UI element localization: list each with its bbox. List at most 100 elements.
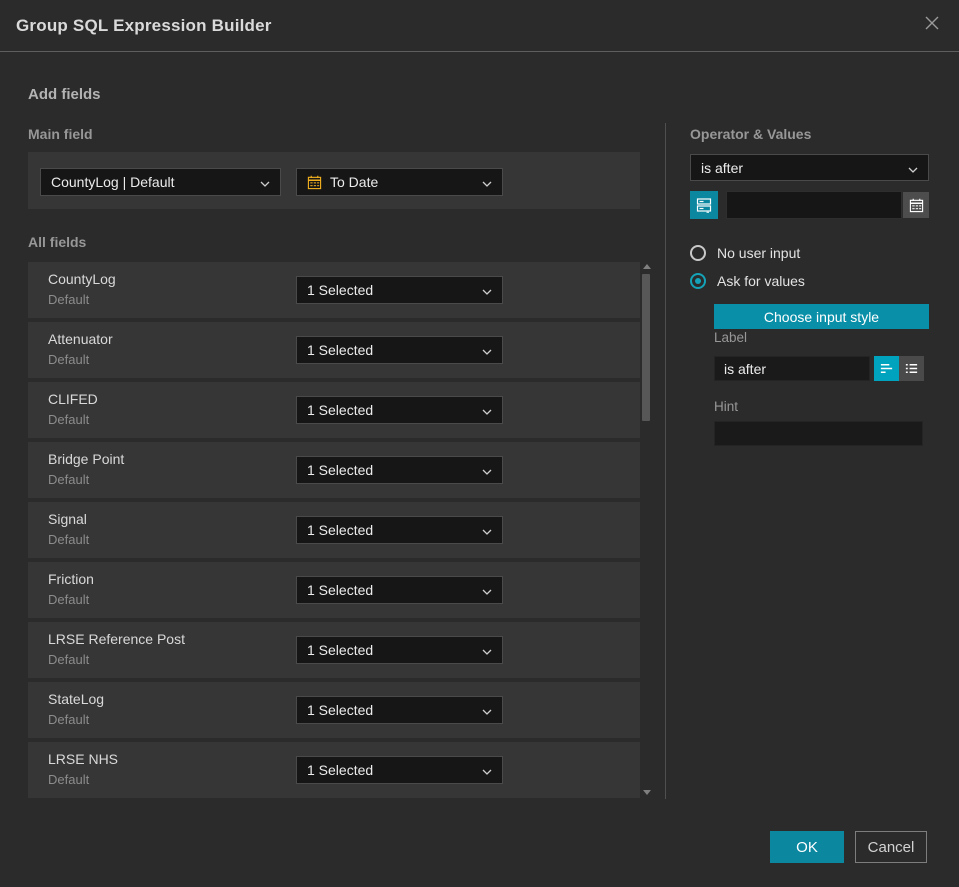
field-name: StateLog: [48, 691, 105, 707]
value-input[interactable]: [726, 191, 902, 219]
field-row: StateLog Default 1 Selected: [28, 682, 640, 738]
field-subtitle: Default: [48, 772, 90, 787]
main-field-heading: Main field: [28, 126, 93, 142]
field-selected-select[interactable]: 1 Selected: [296, 276, 503, 304]
chevron-down-icon: [482, 702, 492, 718]
field-subtitle: Default: [48, 412, 90, 427]
main-field-select-value: CountyLog | Default: [51, 174, 175, 190]
align-left-icon: [879, 361, 894, 376]
cancel-button[interactable]: Cancel: [855, 831, 927, 863]
field-selected-select[interactable]: 1 Selected: [296, 336, 503, 364]
chevron-down-icon: [260, 174, 270, 190]
operator-select[interactable]: is after: [690, 154, 929, 181]
field-subtitle: Default: [48, 652, 90, 667]
main-field-select[interactable]: CountyLog | Default: [40, 168, 281, 196]
field-subtitle: Default: [48, 712, 90, 727]
chevron-down-icon: [482, 402, 492, 418]
field-name: Friction: [48, 571, 94, 587]
radio-no-user-input-label: No user input: [717, 245, 801, 261]
field-subtitle: Default: [48, 532, 90, 547]
field-subtitle: Default: [48, 472, 90, 487]
radio-ask-for-values-label: Ask for values: [717, 273, 805, 289]
field-name: LRSE NHS: [48, 751, 119, 767]
field-subtitle: Default: [48, 352, 90, 367]
field-selected-label: 1 Selected: [307, 282, 374, 298]
field-selected-label: 1 Selected: [307, 342, 374, 358]
radio-circle-icon: [690, 245, 706, 261]
field-row: CLIFED Default 1 Selected: [28, 382, 640, 438]
field-row: LRSE Reference Post Default 1 Selected: [28, 622, 640, 678]
field-selected-select[interactable]: 1 Selected: [296, 456, 503, 484]
list-scrollbar[interactable]: [642, 262, 651, 798]
field-row: Signal Default 1 Selected: [28, 502, 640, 558]
operator-select-value: is after: [701, 159, 744, 176]
group-sql-expression-builder-dialog: Group SQL Expression Builder Add fields …: [0, 0, 959, 887]
scrollbar-thumb[interactable]: [642, 274, 650, 421]
field-name: CountyLog: [48, 271, 116, 287]
field-row: Friction Default 1 Selected: [28, 562, 640, 618]
field-subtitle: Default: [48, 292, 90, 307]
field-selected-label: 1 Selected: [307, 522, 374, 538]
panel-divider: [665, 123, 666, 799]
close-button[interactable]: [921, 15, 943, 37]
chevron-down-icon: [482, 174, 492, 190]
field-selected-select[interactable]: 1 Selected: [296, 636, 503, 664]
date-picker-button[interactable]: [903, 192, 929, 218]
close-icon: [923, 14, 941, 37]
add-fields-heading: Add fields: [28, 86, 101, 103]
main-field-date-select[interactable]: To Date: [296, 168, 503, 196]
field-selected-label: 1 Selected: [307, 462, 374, 478]
chevron-down-icon: [482, 282, 492, 298]
field-selected-label: 1 Selected: [307, 762, 374, 778]
field-name: Attenuator: [48, 331, 113, 347]
field-selected-select[interactable]: 1 Selected: [296, 576, 503, 604]
radio-no-user-input[interactable]: No user input: [690, 245, 800, 261]
field-selected-label: 1 Selected: [307, 702, 374, 718]
chevron-down-icon: [482, 342, 492, 358]
chevron-down-icon: [482, 642, 492, 658]
field-selected-label: 1 Selected: [307, 582, 374, 598]
field-selected-select[interactable]: 1 Selected: [296, 516, 503, 544]
field-selected-label: 1 Selected: [307, 642, 374, 658]
chevron-down-icon: [908, 160, 918, 176]
hint-input[interactable]: [714, 421, 923, 446]
label-heading: Label: [714, 330, 748, 345]
dialog-title: Group SQL Expression Builder: [16, 15, 272, 35]
main-field-date-select-value: To Date: [330, 174, 379, 190]
all-fields-heading: All fields: [28, 234, 87, 250]
chevron-down-icon: [482, 582, 492, 598]
field-selected-select[interactable]: 1 Selected: [296, 756, 503, 784]
field-row: CountyLog Default 1 Selected: [28, 262, 640, 318]
field-list: CountyLog Default 1 Selected Attenuator …: [28, 262, 640, 802]
chevron-down-icon: [482, 762, 492, 778]
scrollbar-down-arrow-icon[interactable]: [643, 790, 651, 795]
hint-heading: Hint: [714, 399, 739, 414]
field-name: Signal: [48, 511, 87, 527]
chevron-down-icon: [482, 462, 492, 478]
scrollbar-up-arrow-icon[interactable]: [643, 264, 651, 269]
chevron-down-icon: [482, 522, 492, 538]
ok-button[interactable]: OK: [770, 831, 844, 863]
dialog-titlebar: Group SQL Expression Builder: [0, 0, 959, 52]
stacked-values-icon: [696, 197, 712, 213]
calendar-icon: [909, 198, 924, 213]
radio-ask-for-values[interactable]: Ask for values: [690, 273, 805, 289]
calendar-icon: [307, 175, 322, 190]
field-row: LRSE NHS Default 1 Selected: [28, 742, 640, 798]
field-selected-select[interactable]: 1 Selected: [296, 396, 503, 424]
field-selected-label: 1 Selected: [307, 402, 374, 418]
field-name: CLIFED: [48, 391, 98, 407]
field-row: Bridge Point Default 1 Selected: [28, 442, 640, 498]
list-input-style-toggle[interactable]: [899, 356, 924, 381]
text-input-style-toggle[interactable]: [874, 356, 899, 381]
set-value-list-button[interactable]: [690, 191, 718, 219]
radio-circle-checked-icon: [690, 273, 706, 289]
field-subtitle: Default: [48, 592, 90, 607]
choose-input-style-button[interactable]: Choose input style: [714, 304, 929, 329]
field-selected-select[interactable]: 1 Selected: [296, 696, 503, 724]
label-input[interactable]: [714, 356, 870, 381]
field-name: Bridge Point: [48, 451, 125, 467]
operator-values-heading: Operator & Values: [690, 126, 812, 142]
field-row: Attenuator Default 1 Selected: [28, 322, 640, 378]
field-name: LRSE Reference Post: [48, 631, 185, 647]
